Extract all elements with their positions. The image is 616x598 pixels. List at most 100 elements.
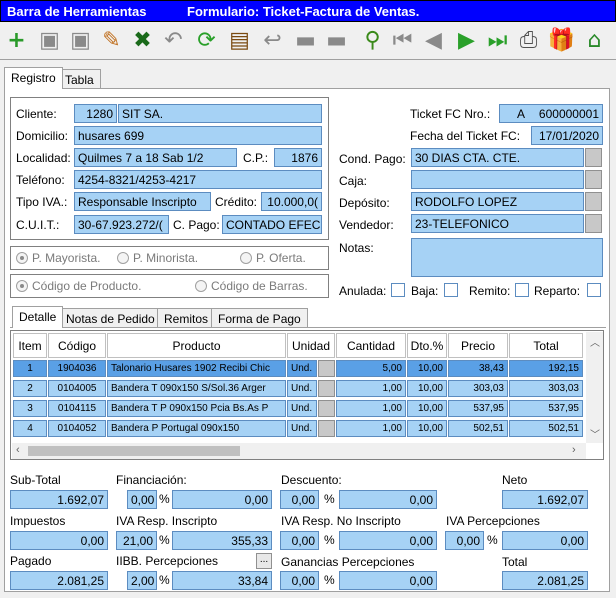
cell-dto[interactable]: 10,00 bbox=[407, 400, 447, 417]
next-icon[interactable]: ▶ bbox=[452, 25, 481, 56]
iibb-pct-field[interactable]: 2,00 bbox=[127, 571, 157, 590]
financiacion-pct-field[interactable]: 0,00 bbox=[127, 490, 157, 509]
vertical-scrollbar[interactable]: ︿ ﹀ bbox=[586, 332, 603, 443]
iva-ri-pct-field[interactable]: 21,00 bbox=[116, 531, 157, 550]
cell-codigo[interactable]: 0104115 bbox=[48, 400, 106, 417]
film-icon[interactable]: ▤ bbox=[225, 25, 254, 56]
credito-field[interactable]: 10.000,0( bbox=[261, 192, 322, 211]
col-producto-header[interactable]: Producto bbox=[107, 333, 286, 358]
fecha-field[interactable]: 17/01/2020 bbox=[531, 126, 603, 145]
detail-grid[interactable]: Item Código Producto Unidad Cantidad Dto… bbox=[10, 330, 604, 460]
prev-icon[interactable]: ◀ bbox=[419, 25, 448, 56]
cliente-number-field[interactable]: 1280 bbox=[74, 104, 117, 123]
anulada-checkbox[interactable] bbox=[391, 283, 405, 297]
cell-cantidad[interactable]: 5,00 bbox=[336, 360, 406, 377]
home-icon[interactable]: ⌂ bbox=[580, 25, 609, 56]
cell-precio[interactable]: 38,43 bbox=[448, 360, 508, 377]
scroll-left-icon[interactable]: ‹ bbox=[16, 444, 20, 456]
scroll-thumb[interactable] bbox=[28, 446, 240, 456]
deposito-dropdown[interactable] bbox=[585, 192, 602, 211]
unidad-dropdown[interactable] bbox=[318, 360, 335, 377]
financiacion-field[interactable]: 0,00 bbox=[172, 490, 272, 509]
localidad-field[interactable]: Quilmes 7 a 18 Sab 1/2 bbox=[74, 148, 237, 167]
cell-item[interactable]: 3 bbox=[13, 400, 47, 417]
ticket-nro-field[interactable]: A 600000001 bbox=[499, 104, 603, 123]
ganancias-pct-field[interactable]: 0,00 bbox=[280, 571, 319, 590]
col-total-header[interactable]: Total bbox=[509, 333, 583, 358]
total-field[interactable]: 2.081,25 bbox=[502, 571, 588, 590]
pagado-field[interactable]: 2.081,25 bbox=[10, 571, 108, 590]
iva-rni-field[interactable]: 0,00 bbox=[339, 531, 437, 550]
domicilio-field[interactable]: husares 699 bbox=[74, 126, 322, 145]
cell-producto[interactable]: Bandera P Portugal 090x150 bbox=[107, 420, 286, 437]
tipo-iva-field[interactable]: Responsable Inscripto bbox=[74, 192, 211, 211]
tab-notas-pedido[interactable]: Notas de Pedido bbox=[59, 308, 162, 328]
col-codigo-header[interactable]: Código bbox=[48, 333, 106, 358]
subtotal-field[interactable]: 1.692,07 bbox=[10, 490, 108, 509]
cell-total[interactable]: 303,03 bbox=[509, 380, 583, 397]
cell-codigo[interactable]: 1904036 bbox=[48, 360, 106, 377]
iibb-field[interactable]: 33,84 bbox=[172, 571, 272, 590]
cell-total[interactable]: 502,51 bbox=[509, 420, 583, 437]
gift-icon[interactable]: 🎁 bbox=[547, 25, 576, 56]
iva-perc-pct-field[interactable]: 0,00 bbox=[445, 531, 484, 550]
scroll-down-icon[interactable]: ﹀ bbox=[590, 426, 600, 441]
cell-dto[interactable]: 10,00 bbox=[407, 380, 447, 397]
cell-total[interactable]: 537,95 bbox=[509, 400, 583, 417]
vendedor-field[interactable]: 23-TELEFONICO bbox=[411, 214, 584, 233]
cell-unidad[interactable]: Und. bbox=[287, 420, 317, 437]
deposito-field[interactable]: RODOLFO LOPEZ bbox=[411, 192, 584, 211]
cell-cantidad[interactable]: 1,00 bbox=[336, 400, 406, 417]
last-icon[interactable]: ⏭ bbox=[483, 25, 512, 56]
vendedor-dropdown[interactable] bbox=[585, 214, 602, 233]
tab-registro[interactable]: Registro bbox=[4, 67, 63, 89]
cuit-field[interactable]: 30-67.923.272/( bbox=[74, 215, 169, 234]
descuento-field[interactable]: 0,00 bbox=[339, 490, 437, 509]
neto-field[interactable]: 1.692,07 bbox=[502, 490, 588, 509]
iibb-details-button[interactable]: ... bbox=[256, 553, 272, 569]
impuestos-field[interactable]: 0,00 bbox=[10, 531, 108, 550]
delete-icon[interactable]: ✖ bbox=[128, 25, 157, 56]
cell-unidad[interactable]: Und. bbox=[287, 400, 317, 417]
col-dto-header[interactable]: Dto.% bbox=[407, 333, 447, 358]
iva-ri-field[interactable]: 355,33 bbox=[172, 531, 272, 550]
iva-rni-pct-field[interactable]: 0,00 bbox=[280, 531, 319, 550]
cell-total[interactable]: 192,15 bbox=[509, 360, 583, 377]
cond-pago-dropdown[interactable] bbox=[585, 148, 602, 167]
print-icon[interactable]: ⎙ bbox=[514, 25, 543, 56]
ganancias-field[interactable]: 0,00 bbox=[339, 571, 437, 590]
unidad-dropdown[interactable] bbox=[318, 380, 335, 397]
radio-oferta[interactable]: P. Oferta. bbox=[240, 251, 306, 265]
radio-codigo-barras[interactable]: Código de Barras. bbox=[195, 279, 308, 293]
col-unidad-header[interactable]: Unidad bbox=[287, 333, 335, 358]
radio-codigo-producto[interactable]: Código de Producto. bbox=[16, 279, 141, 293]
cell-unidad[interactable]: Und. bbox=[287, 360, 317, 377]
unidad-dropdown[interactable] bbox=[318, 400, 335, 417]
cell-codigo[interactable]: 0104052 bbox=[48, 420, 106, 437]
col-cantidad-header[interactable]: Cantidad bbox=[336, 333, 406, 358]
remito-checkbox[interactable] bbox=[515, 283, 529, 297]
cell-producto[interactable]: Bandera T 090x150 S/Sol.36 Arger bbox=[107, 380, 286, 397]
baja-checkbox[interactable] bbox=[444, 283, 458, 297]
back-icon[interactable]: ↩ bbox=[258, 25, 287, 56]
col-item-header[interactable]: Item bbox=[13, 333, 47, 358]
cell-codigo[interactable]: 0104005 bbox=[48, 380, 106, 397]
cell-precio[interactable]: 537,95 bbox=[448, 400, 508, 417]
descuento-pct-field[interactable]: 0,00 bbox=[280, 490, 319, 509]
cond-pago-field[interactable]: 30 DIAS CTA. CTE. bbox=[411, 148, 584, 167]
radio-mayorista[interactable]: P. Mayorista. bbox=[16, 251, 100, 265]
cell-precio[interactable]: 303,03 bbox=[448, 380, 508, 397]
cell-cantidad[interactable]: 1,00 bbox=[336, 420, 406, 437]
save-as-icon[interactable]: ▣ bbox=[66, 25, 95, 56]
cp-field[interactable]: 1876 bbox=[274, 148, 322, 167]
tab-tabla[interactable]: Tabla bbox=[58, 69, 101, 89]
cell-unidad[interactable]: Und. bbox=[287, 380, 317, 397]
unidad-dropdown[interactable] bbox=[318, 420, 335, 437]
scroll-right-icon[interactable]: › bbox=[572, 444, 576, 456]
tab-forma-pago[interactable]: Forma de Pago bbox=[211, 308, 308, 328]
telefono-field[interactable]: 4254-8321/4253-4217 bbox=[74, 170, 322, 189]
cliente-name-field[interactable]: SIT SA. bbox=[118, 104, 322, 123]
list-icon[interactable]: ▬ bbox=[322, 25, 351, 56]
cell-precio[interactable]: 502,51 bbox=[448, 420, 508, 437]
edit-icon[interactable]: ✎ bbox=[97, 25, 126, 56]
